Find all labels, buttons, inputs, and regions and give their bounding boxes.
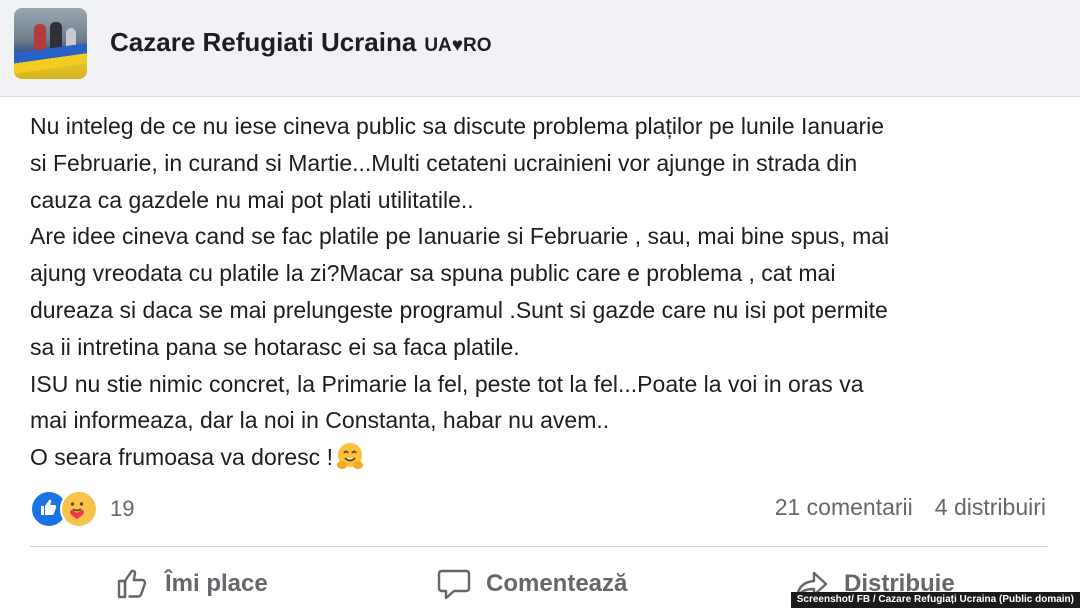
post-line: Are idee cineva cand se fac platile pe I… <box>30 223 890 250</box>
post-line: mai informeaza, dar la noi in Constanta,… <box>30 407 610 434</box>
post-line: cauza ca gazdele nu mai pot plati utilit… <box>30 186 474 213</box>
post-text: Nu inteleg de ce nu iese cineva public s… <box>30 108 1060 476</box>
hugging-face-emoji-icon <box>335 441 365 471</box>
page-tag: UA♥RO <box>424 35 492 56</box>
thumbs-up-icon <box>117 569 147 599</box>
comment-bubble-icon <box>437 569 471 600</box>
comments-count-link[interactable]: 21 comentarii <box>775 494 913 520</box>
post-line: dureaza si daca se mai prelungeste progr… <box>30 296 888 323</box>
reaction-count: 19 <box>110 496 135 521</box>
care-reaction-icon <box>60 490 98 528</box>
post-line: ajung vreodata cu platile la zi?Macar sa… <box>30 260 836 287</box>
comment-label: Comentează <box>486 570 628 597</box>
post-line: si Februarie, in curand si Martie...Mult… <box>30 149 858 176</box>
image-credit: Screenshot/ FB / Cazare Refugiați Ucrain… <box>790 592 1080 608</box>
divider <box>30 546 1048 547</box>
post-line-last: O seara frumoasa va doresc ! <box>30 439 1060 476</box>
like-label: Îmi place <box>165 570 268 597</box>
like-button[interactable]: Îmi place <box>115 566 268 602</box>
shares-count-link[interactable]: 4 distribuiri <box>935 494 1046 520</box>
comment-button[interactable]: Comentează <box>436 566 627 602</box>
avatar-figure <box>34 24 46 50</box>
post-line: ISU nu stie nimic concret, la Primarie l… <box>30 370 864 397</box>
post-line: O seara frumoasa va doresc ! <box>30 444 333 471</box>
page-name-link[interactable]: Cazare Refugiati Ucraina UA♥RO <box>110 27 492 58</box>
post-stats: 21 comentarii 4 distribuiri <box>775 494 1046 521</box>
page-name[interactable]: Cazare Refugiati Ucraina <box>110 27 416 57</box>
post-line: Nu inteleg de ce nu iese cineva public s… <box>30 113 885 139</box>
page-avatar[interactable] <box>14 8 87 79</box>
post-header: Cazare Refugiati Ucraina UA♥RO <box>0 0 1080 97</box>
post-line: sa ii intretina pana se hotarasc ei sa f… <box>30 333 520 360</box>
